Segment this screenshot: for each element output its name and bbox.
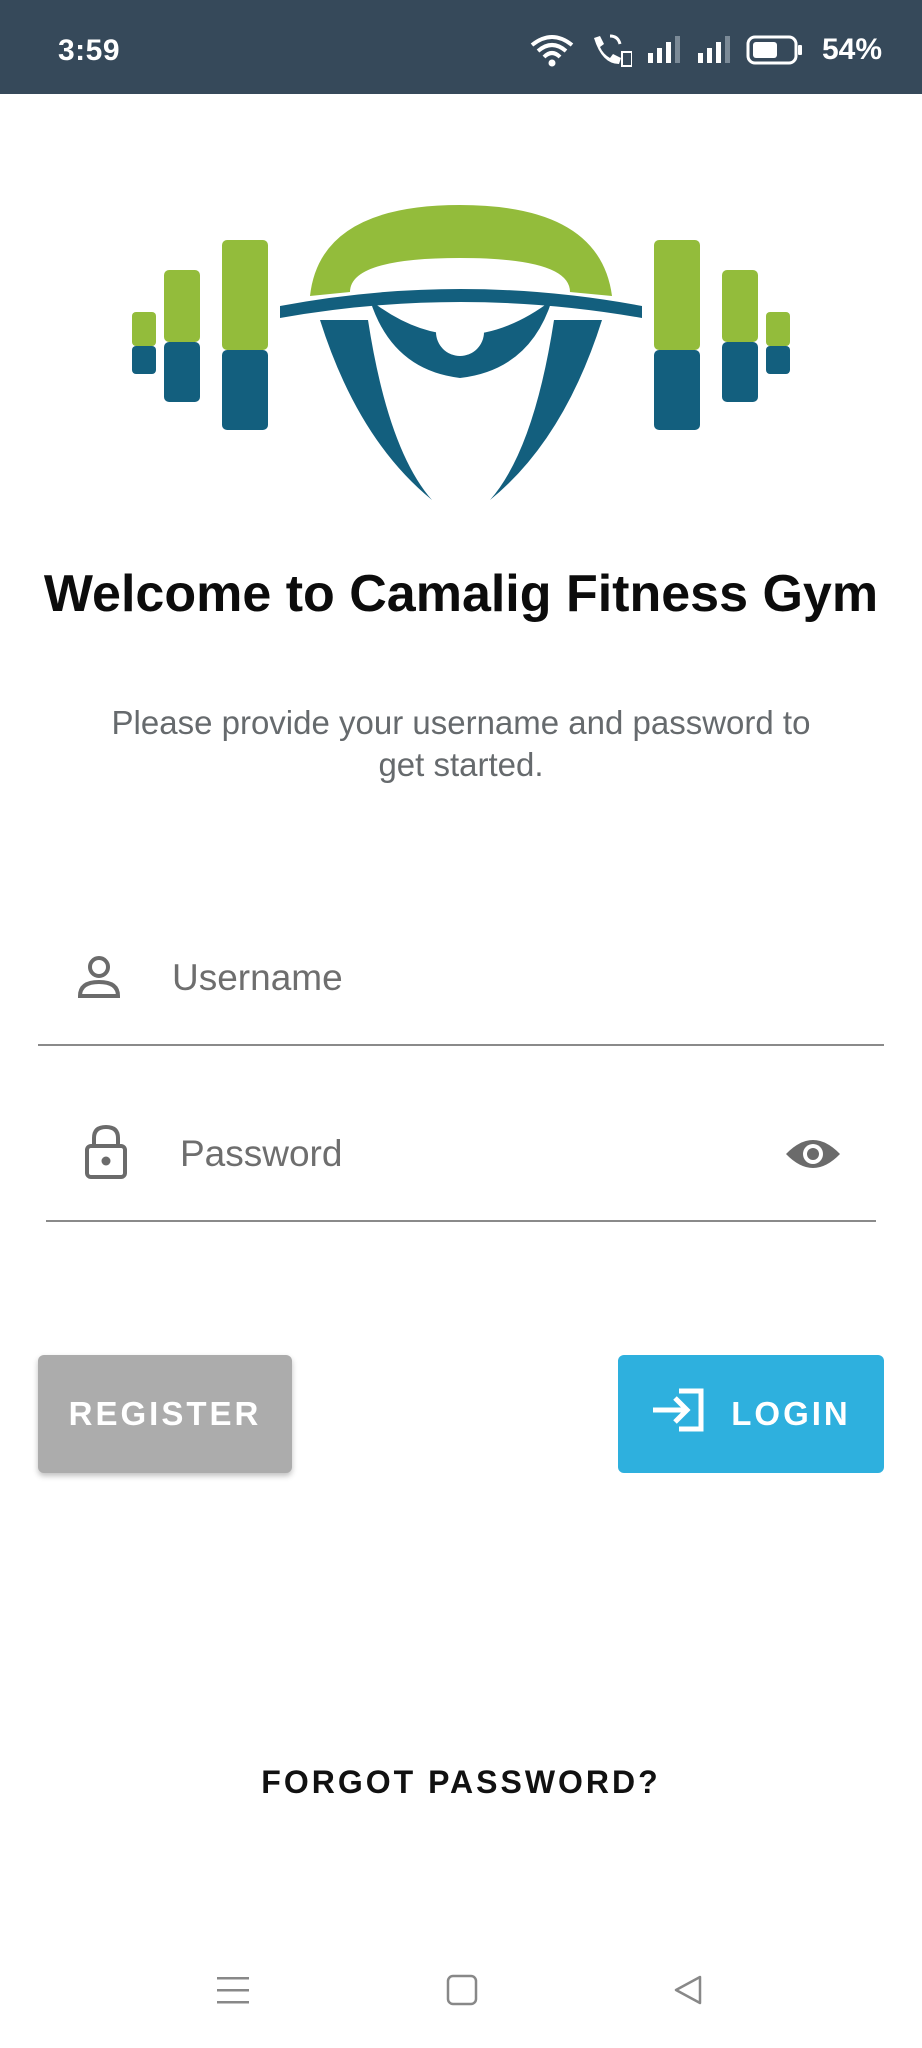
menu-icon[interactable]: [216, 1974, 250, 2011]
page-subtitle: Please provide your username and passwor…: [111, 704, 811, 783]
battery-icon: [746, 35, 804, 65]
status-icons: 54%: [530, 30, 882, 70]
eye-icon[interactable]: [784, 1134, 842, 1179]
back-icon[interactable]: [672, 1974, 704, 2011]
lock-icon: [84, 1124, 128, 1185]
page-title: Welcome to Camalig Fitness Gym: [43, 565, 879, 623]
wifi-icon: [530, 33, 574, 67]
username-field[interactable]: [38, 930, 884, 1048]
signal-icon: [696, 35, 732, 65]
forgot-password-link[interactable]: FORGOT PASSWORD?: [0, 1764, 922, 1801]
username-underline: [38, 1044, 884, 1046]
username-input[interactable]: [172, 948, 852, 1008]
status-bar: 3:59 54%: [0, 0, 922, 94]
system-nav-bar: [0, 1940, 922, 2048]
signal-icon: [646, 35, 682, 65]
battery-percent: 54%: [821, 33, 882, 66]
password-underline: [46, 1220, 876, 1222]
login-button-label: LOGIN: [731, 1395, 851, 1432]
person-icon: [76, 954, 122, 1005]
wifi-call-icon: [588, 32, 632, 68]
home-icon[interactable]: [446, 1974, 478, 2011]
login-arrow-icon: [651, 1387, 705, 1441]
password-field[interactable]: [46, 1108, 876, 1224]
login-button[interactable]: LOGIN: [618, 1355, 884, 1473]
register-button[interactable]: REGISTER: [38, 1355, 292, 1473]
password-input[interactable]: [180, 1124, 760, 1184]
status-time: 3:59: [58, 34, 121, 67]
dumbbell-lifter-logo: [130, 200, 792, 510]
register-button-label: REGISTER: [68, 1395, 262, 1432]
